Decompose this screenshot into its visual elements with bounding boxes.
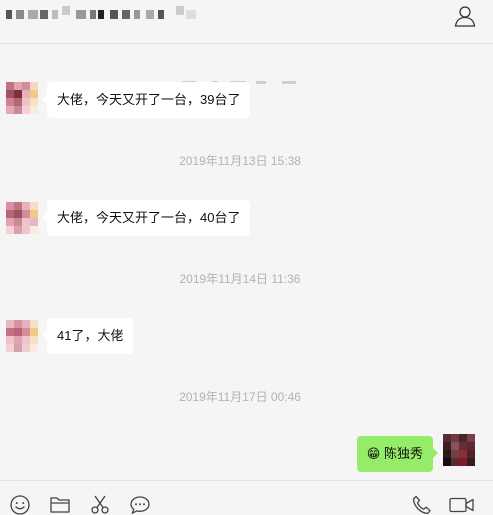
message-bubble[interactable]: 大佬，今天又开了一台，39台了 — [41, 82, 251, 118]
message-bubble[interactable]: 大佬，今天又开了一台，40台了 — [41, 200, 251, 236]
chat-title-pixelated — [6, 6, 206, 20]
video-icon[interactable] — [449, 495, 475, 515]
avatar[interactable] — [6, 82, 38, 114]
avatar[interactable] — [6, 320, 38, 352]
folder-icon[interactable] — [49, 495, 71, 515]
phone-icon[interactable] — [411, 495, 433, 515]
chat-header — [0, 0, 493, 44]
message-bubble-outgoing[interactable]: 😁 陈独秀 — [356, 436, 439, 472]
contact-profile-icon[interactable] — [454, 5, 476, 27]
message-row-incoming: 41了，大佬 — [0, 318, 493, 354]
my-avatar[interactable] — [443, 434, 475, 466]
message-timestamp: 2019年11月13日 15:38 — [179, 154, 301, 168]
input-toolbar — [0, 480, 493, 515]
avatar[interactable] — [6, 202, 38, 234]
emoji-icon[interactable] — [9, 495, 31, 515]
message-row-incoming: 大佬，今天又开了一台，40台了 — [0, 200, 493, 236]
scissors-icon[interactable] — [89, 495, 111, 515]
grin-emoji-icon: 😁 — [366, 446, 381, 461]
message-text: 陈独秀 — [383, 446, 423, 461]
message-row-incoming: 大佬，今天又开了一台，39台了 — [0, 82, 493, 118]
chat-bubble-icon[interactable] — [129, 495, 151, 515]
message-timestamp: 2019年11月14日 11:36 — [179, 272, 301, 286]
chat-history[interactable]: 大佬，今天又开了一台，39台了 2019年11月13日 15:38 大佬，今天又… — [0, 44, 493, 480]
message-row-outgoing: 😁 陈独秀 — [0, 434, 493, 472]
message-timestamp: 2019年11月17日 00:46 — [179, 390, 301, 404]
message-bubble[interactable]: 41了，大佬 — [41, 318, 134, 354]
